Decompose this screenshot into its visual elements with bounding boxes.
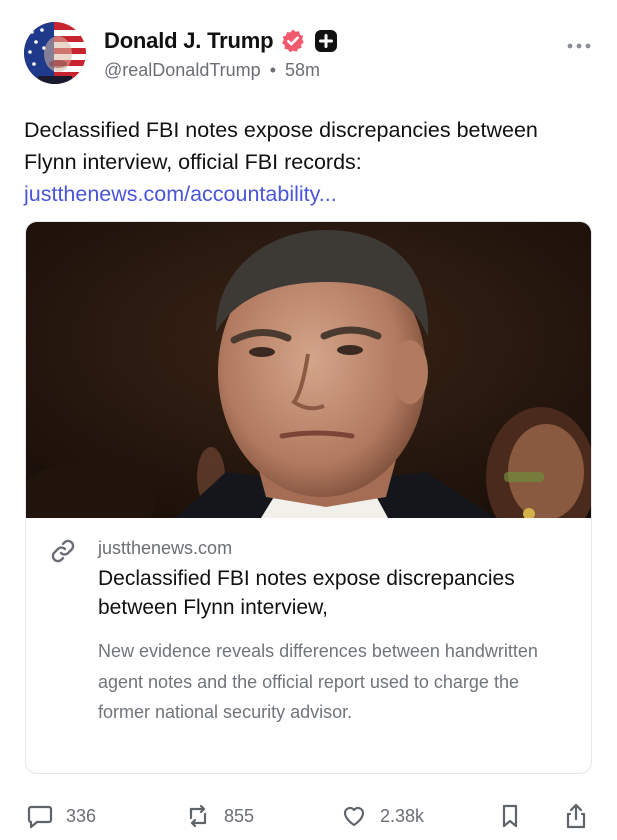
repost-icon — [189, 804, 207, 828]
bookmark-icon — [502, 804, 518, 828]
meta-separator: • — [269, 60, 276, 80]
reply-count: 336 — [66, 805, 97, 826]
repost-button[interactable]: 855 — [184, 796, 254, 836]
card-title: Declassified FBI notes expose discrepanc… — [98, 567, 515, 619]
author-name-row: Donald J. Trump — [104, 26, 338, 56]
link-preview-image — [26, 222, 591, 547]
reply-icon — [27, 805, 53, 829]
author-meta-row: @realDonaldTrump • 58m — [104, 60, 320, 81]
action-bar: 336 855 2.38k — [0, 796, 617, 836]
plus-badge-icon — [314, 29, 338, 53]
more-options-button[interactable] — [565, 38, 593, 54]
post-text: Declassified FBI notes expose discrepanc… — [24, 118, 538, 174]
bookmark-button[interactable] — [496, 796, 524, 836]
verified-icon — [280, 28, 306, 54]
link-icon — [51, 539, 75, 563]
post: Donald J. Trump @realDonaldTrump • 58m D… — [0, 0, 617, 840]
avatar[interactable] — [24, 22, 86, 84]
link-preview-body: justthenews.com Declassified FBI notes e… — [26, 518, 591, 773]
share-button[interactable] — [562, 796, 590, 836]
like-icon — [343, 806, 365, 827]
post-timestamp[interactable]: 58m — [285, 60, 320, 80]
like-button[interactable]: 2.38k — [340, 796, 424, 836]
post-link[interactable]: justthenews.com/accountability... — [24, 178, 594, 210]
author-handle[interactable]: @realDonaldTrump — [104, 60, 261, 80]
like-count: 2.38k — [380, 805, 425, 826]
author-display-name[interactable]: Donald J. Trump — [104, 28, 274, 54]
post-body: Declassified FBI notes expose discrepanc… — [24, 114, 594, 210]
avatar-image — [24, 22, 86, 84]
card-domain: justthenews.com — [98, 538, 233, 558]
share-icon — [566, 803, 586, 829]
link-preview-card[interactable]: justthenews.com Declassified FBI notes e… — [25, 221, 592, 774]
repost-count: 855 — [224, 805, 255, 826]
more-icon — [567, 43, 591, 49]
reply-button[interactable]: 336 — [26, 796, 96, 836]
card-description: New evidence reveals differences between… — [98, 641, 538, 722]
